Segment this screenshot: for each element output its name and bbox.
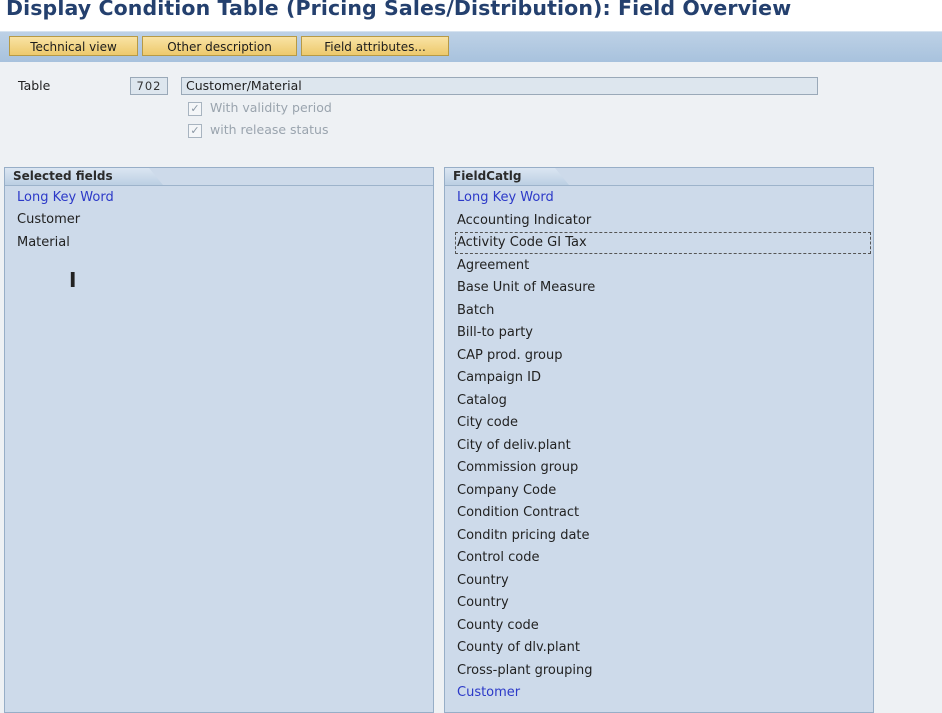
catalog-item[interactable]: Control code	[457, 548, 539, 568]
catalog-item[interactable]: Base Unit of Measure	[457, 278, 595, 298]
catalog-item[interactable]: Accounting Indicator	[457, 211, 591, 231]
with-release-status-label: with release status	[210, 122, 329, 137]
selected-fields-panel: Selected fields Long Key Word Customer M…	[4, 167, 434, 713]
catalog-item[interactable]: Long Key Word	[457, 188, 554, 208]
field-attributes-button[interactable]: Field attributes...	[301, 36, 449, 56]
catalog-item[interactable]: Agreement	[457, 256, 529, 276]
catalog-item[interactable]: Commission group	[457, 458, 578, 478]
table-number-field[interactable]: 702	[130, 77, 168, 95]
catalog-item[interactable]: Campaign ID	[457, 368, 541, 388]
catalog-item[interactable]: Company Code	[457, 481, 556, 501]
catalog-item[interactable]: Conditn pricing date	[457, 526, 590, 546]
table-description-field[interactable]: Customer/Material	[181, 77, 818, 95]
catalog-item[interactable]: Catalog	[457, 391, 507, 411]
table-label: Table	[18, 78, 51, 93]
catalog-item[interactable]: County code	[457, 616, 539, 636]
selected-fields-header: Selected fields	[5, 168, 163, 185]
catalog-item[interactable]: County of dlv.plant	[457, 638, 580, 658]
catalog-item[interactable]: Cross-plant grouping	[457, 661, 592, 681]
selected-field-item[interactable]: Material	[17, 233, 70, 253]
other-description-button[interactable]: Other description	[142, 36, 297, 56]
catalog-item[interactable]: Bill-to party	[457, 323, 533, 343]
catalog-item[interactable]: Activity Code GI Tax	[455, 232, 871, 254]
catalog-item[interactable]: Condition Contract	[457, 503, 579, 523]
field-catalog-header: FieldCatlg	[445, 168, 569, 185]
text-cursor-icon: I	[69, 268, 77, 292]
header-divider	[5, 185, 433, 186]
catalog-item[interactable]: Country	[457, 593, 509, 613]
with-release-status-checkbox[interactable]: ✓	[188, 124, 202, 138]
with-validity-period-checkbox[interactable]: ✓	[188, 102, 202, 116]
application-toolbar: Technical view Other description Field a…	[0, 31, 942, 63]
page-title: Display Condition Table (Pricing Sales/D…	[6, 0, 792, 20]
with-validity-period-label: With validity period	[210, 100, 332, 115]
technical-view-button[interactable]: Technical view	[9, 36, 138, 56]
selected-field-item[interactable]: Long Key Word	[17, 188, 114, 208]
catalog-item[interactable]: Customer	[457, 683, 520, 703]
header-divider	[445, 185, 873, 186]
catalog-item[interactable]: City of deliv.plant	[457, 436, 571, 456]
catalog-item[interactable]: Batch	[457, 301, 494, 321]
field-catalog-panel: FieldCatlg Long Key Word Accounting Indi…	[444, 167, 874, 713]
catalog-item[interactable]: City code	[457, 413, 518, 433]
catalog-item[interactable]: CAP prod. group	[457, 346, 562, 366]
selected-field-item[interactable]: Customer	[17, 210, 80, 230]
catalog-item[interactable]: Country	[457, 571, 509, 591]
